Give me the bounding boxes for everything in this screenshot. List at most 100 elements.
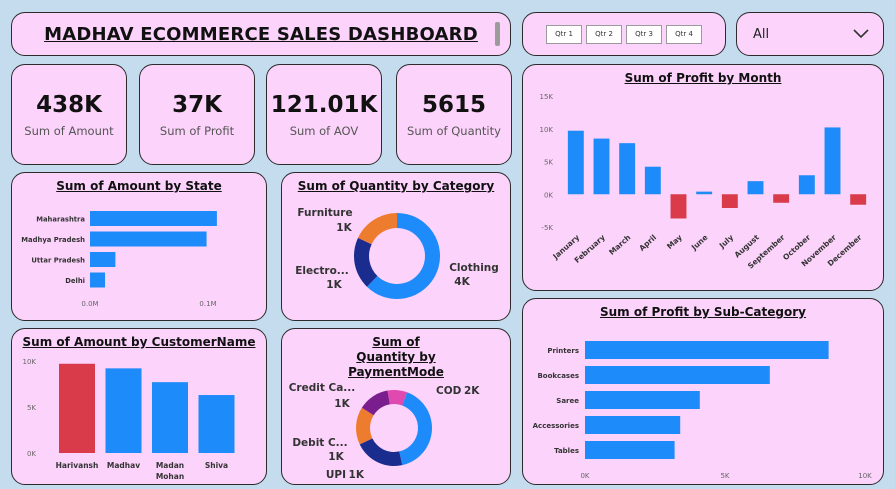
x-tick-label: Madhav <box>107 461 140 470</box>
amount-by-state-card: Sum of Amount by State Maharashtra Madhya… <box>11 172 267 321</box>
bar <box>105 368 142 453</box>
x-tick-label: May <box>665 233 684 251</box>
kpi-amount: 438K Sum of Amount <box>11 64 127 165</box>
bar <box>721 194 738 209</box>
x-tick-label: 0.0M <box>81 300 98 308</box>
qtr-1-button[interactable]: Qtr 1 <box>546 24 582 44</box>
x-tick-label: July <box>717 233 735 251</box>
bar <box>747 181 764 195</box>
profit-by-month-chart: 15K10K5K0K-5KJanuaryFebruary March April Ma… <box>540 93 867 271</box>
profit-by-subcategory-chart: Printers Bookcases Saree Accessories Tables 0… <box>533 341 872 480</box>
slice-value-label: 4K <box>454 276 470 288</box>
kpi-value: 121.01K <box>270 91 378 118</box>
quantity-by-payment-card: Sum of Quantity by PaymentMode COD 2K UPI 1… <box>281 328 511 485</box>
kpi-aov: 121.01K Sum of AOV <box>266 64 382 165</box>
x-tick-label: Harivansh <box>56 461 99 470</box>
bar <box>198 395 235 453</box>
y-tick-label: 5K <box>544 159 553 167</box>
slice-name-label: Electro... <box>295 265 349 277</box>
donut-slice <box>399 392 433 466</box>
category-label: Accessories <box>533 422 579 430</box>
slice-value-label: 1K <box>328 451 344 463</box>
x-tick-label: 5K <box>720 472 729 480</box>
donut-slice <box>359 438 403 466</box>
category-label: Madhya Pradesh <box>21 236 85 244</box>
bar <box>585 391 700 409</box>
kpi-label: Sum of AOV <box>289 123 359 138</box>
bar <box>585 341 829 359</box>
kpi-value: 37K <box>172 91 222 118</box>
amount-by-customer-chart: 10K 5K 0K Harivansh Madhav Madan Mohan Shiva <box>23 358 235 481</box>
profit-by-month-card: Sum of Profit by Month 15K 10K 5K 0K -5K Janu… <box>522 64 884 291</box>
bar <box>850 194 867 205</box>
x-tick-label: Mohan <box>156 472 184 481</box>
slice-value-label: 1K <box>336 222 352 234</box>
bar <box>798 175 815 195</box>
slice-name-label: COD <box>436 385 462 397</box>
slice-name-label: Debit C... <box>292 437 347 449</box>
qtr-3-button[interactable]: Qtr 3 <box>626 24 662 44</box>
donut-slice <box>354 237 378 287</box>
slice-value-label: 1K <box>326 279 342 291</box>
kpi-label: Sum of Quantity <box>407 123 501 138</box>
bar <box>59 363 95 453</box>
y-tick-label: 0K <box>544 191 553 199</box>
quantity-by-payment-chart: COD 2KUPI 1KDebit C...1KCredit Ca...1K <box>289 382 481 481</box>
scroll-handle[interactable] <box>495 22 500 46</box>
y-tick-label: 15K <box>540 93 554 101</box>
bar <box>90 211 217 226</box>
x-tick-label: Madan <box>156 461 184 470</box>
amount-by-customer-card: Sum of Amount by CustomerName 10K 5K 0K Har… <box>11 328 267 485</box>
category-label: Maharashtra <box>36 216 85 224</box>
bar <box>152 382 188 453</box>
bar <box>585 441 675 459</box>
qtr-2-button[interactable]: Qtr 2 <box>586 24 622 44</box>
slice-value-label: 1K <box>349 469 365 481</box>
quarter-slicer: Qtr 1 Qtr 2 Qtr 3 Qtr 4 <box>522 12 726 56</box>
category-label: Printers <box>547 347 579 355</box>
bar <box>585 416 681 434</box>
bar <box>567 130 584 195</box>
x-tick-label: 0.1M <box>199 300 216 308</box>
slice-name-label: Credit Ca... <box>289 382 356 394</box>
quantity-by-category-chart: Clothing 4K Electro... 1K Furniture 1K <box>295 207 499 299</box>
slice-name-label: UPI <box>326 469 346 481</box>
bar <box>585 366 770 384</box>
x-tick-label: Shiva <box>205 461 228 470</box>
kpi-value: 438K <box>36 91 102 118</box>
x-tick-label: 10K <box>858 472 872 480</box>
slice-name-label: Clothing <box>449 262 499 274</box>
x-tick-label: March <box>607 233 632 257</box>
kpi-label: Sum of Profit <box>159 123 235 138</box>
slice-name-label: Furniture <box>297 207 352 219</box>
kpi-profit: 37K Sum of Profit <box>139 64 255 165</box>
category-label: Uttar Pradesh <box>31 257 85 265</box>
x-tick-label: June <box>689 233 710 253</box>
slice-value-label: 2K <box>464 385 480 397</box>
category-label: Delhi <box>65 277 85 285</box>
x-tick-label: April <box>637 233 658 253</box>
kpi-value: 5615 <box>421 91 486 118</box>
y-tick-label: -5K <box>541 224 553 232</box>
profit-by-subcategory-card: Sum of Profit by Sub-Category Printers Bo… <box>522 298 884 485</box>
title-card: MADHAV ECOMMERCE SALES DASHBOARD <box>11 12 511 56</box>
bar <box>644 166 661 195</box>
bar <box>593 138 610 195</box>
bar <box>90 231 207 247</box>
dashboard-title: MADHAV ECOMMERCE SALES DASHBOARD <box>44 23 478 45</box>
bar <box>90 272 106 288</box>
bar <box>90 252 116 267</box>
filter-value: All <box>753 26 770 42</box>
qtr-4-button[interactable]: Qtr 4 <box>666 24 702 44</box>
y-tick-label: 10K <box>23 358 37 366</box>
bar <box>773 194 790 203</box>
category-label: Bookcases <box>537 372 579 380</box>
bar <box>696 191 713 195</box>
bar <box>824 127 841 195</box>
y-tick-label: 0K <box>27 450 36 458</box>
kpi-label: Sum of Amount <box>24 123 114 138</box>
y-tick-label: 5K <box>27 404 36 412</box>
filter-dropdown[interactable]: All <box>736 12 884 56</box>
y-tick-label: 10K <box>540 126 554 134</box>
slice-value-label: 1K <box>334 398 350 410</box>
